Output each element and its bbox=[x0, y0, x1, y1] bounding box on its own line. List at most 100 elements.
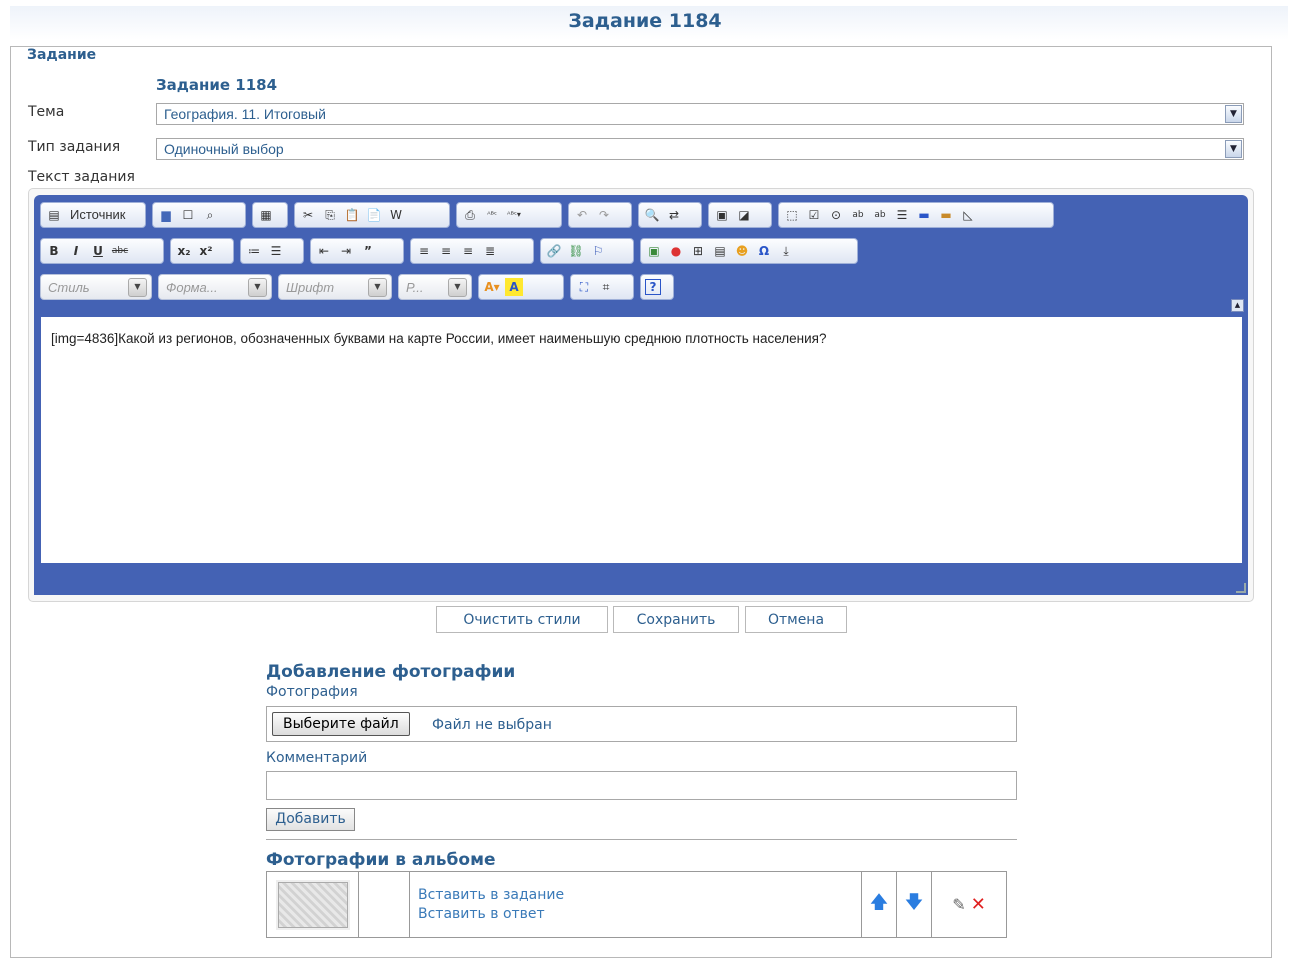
clear-styles-button[interactable]: Очистить стили bbox=[436, 606, 608, 633]
blockquote-icon[interactable]: ” bbox=[359, 242, 377, 260]
paste-text-icon[interactable]: 📄 bbox=[365, 206, 383, 224]
background-color-icon[interactable]: A bbox=[505, 278, 523, 296]
task-subtitle: Задание 1184 bbox=[156, 76, 278, 94]
bulleted-list-icon[interactable]: ☰ bbox=[267, 242, 285, 260]
move-down-icon[interactable]: 🡇 bbox=[896, 871, 932, 938]
outdent-icon[interactable]: ⇤ bbox=[315, 242, 333, 260]
chevron-down-icon[interactable]: ▼ bbox=[1225, 105, 1242, 123]
format-combo[interactable]: Форма... ▼ bbox=[158, 274, 272, 300]
source-icon[interactable]: ▤ bbox=[45, 206, 63, 224]
add-photo-button[interactable]: Добавить bbox=[266, 808, 355, 831]
redo-icon[interactable]: ↷ bbox=[595, 206, 613, 224]
templates-icon[interactable]: ▦ bbox=[257, 206, 275, 224]
form-icon[interactable]: ⬚ bbox=[783, 206, 801, 224]
superscript-icon[interactable]: x² bbox=[197, 242, 215, 260]
unlink-icon[interactable]: ⛓ bbox=[567, 242, 585, 260]
page-title: Задание 1184 bbox=[568, 10, 722, 32]
align-right-icon[interactable]: ≡ bbox=[459, 242, 477, 260]
radio-icon[interactable]: ⊙ bbox=[827, 206, 845, 224]
preview-icon[interactable]: ⌕ bbox=[201, 206, 219, 224]
underline-icon[interactable]: U bbox=[89, 242, 107, 260]
task-type-value: Одиночный выбор bbox=[164, 141, 284, 157]
align-center-icon[interactable]: ≡ bbox=[437, 242, 455, 260]
select-all-icon[interactable]: ▣ bbox=[713, 206, 731, 224]
chevron-down-icon[interactable]: ▼ bbox=[128, 278, 147, 297]
photo-thumbnail[interactable] bbox=[277, 881, 348, 928]
font-combo[interactable]: Шрифт ▼ bbox=[278, 274, 392, 300]
link-icon[interactable]: 🔗 bbox=[545, 242, 563, 260]
special-char-icon[interactable]: Ω bbox=[755, 242, 773, 260]
chevron-down-icon[interactable]: ▼ bbox=[368, 278, 387, 297]
page-break-icon[interactable]: ⤓ bbox=[777, 242, 795, 260]
cancel-button[interactable]: Отмена bbox=[745, 606, 847, 633]
topic-select[interactable]: География. 11. Итоговый ▼ bbox=[156, 103, 1244, 125]
spellcheck-as-you-type-icon[interactable]: ᴬᴮᶜ▾ bbox=[505, 206, 523, 224]
insert-into-answer-link[interactable]: Вставить в ответ bbox=[418, 905, 861, 924]
editor-text[interactable]: [img=4836]Какой из регионов, обозначенны… bbox=[51, 331, 1242, 346]
comment-input[interactable] bbox=[266, 771, 1017, 800]
smiley-icon[interactable]: ☻ bbox=[733, 242, 751, 260]
replace-icon[interactable]: ⇄ bbox=[665, 206, 683, 224]
align-justify-icon[interactable]: ≣ bbox=[481, 242, 499, 260]
text-color-icon[interactable]: A▾ bbox=[483, 278, 501, 296]
select-field-icon[interactable]: ☰ bbox=[893, 206, 911, 224]
paste-word-icon[interactable]: W bbox=[387, 206, 405, 224]
source-button[interactable]: Источник bbox=[67, 206, 129, 224]
chevron-down-icon[interactable]: ▼ bbox=[1225, 140, 1242, 158]
indent-icon[interactable]: ⇥ bbox=[337, 242, 355, 260]
move-up-icon[interactable]: 🡅 bbox=[861, 871, 897, 938]
toolbar-group-forms: ⬚ ☑ ⊙ ab ab ☰ ▬ ▬ ◺ bbox=[778, 202, 1054, 228]
rich-text-editor: ▤ Источник ▆ ☐ ⌕ ▦ ✂ ⎘ 📋 📄 W ⎙ ᴬᴮᶜ ᴬᴮᶜ▾ … bbox=[34, 195, 1248, 595]
chevron-down-icon[interactable]: ▼ bbox=[248, 278, 267, 297]
resize-handle-icon[interactable] bbox=[1236, 583, 1246, 593]
paste-icon[interactable]: 📋 bbox=[343, 206, 361, 224]
style-placeholder: Стиль bbox=[48, 280, 90, 295]
hidden-field-icon[interactable]: ◺ bbox=[959, 206, 977, 224]
checkbox-icon[interactable]: ☑ bbox=[805, 206, 823, 224]
subscript-icon[interactable]: x₂ bbox=[175, 242, 193, 260]
maximize-icon[interactable]: ⛶ bbox=[575, 278, 593, 296]
horizontal-rule-icon[interactable]: ▤ bbox=[711, 242, 729, 260]
bold-icon[interactable]: B bbox=[45, 242, 63, 260]
save-button[interactable]: Сохранить bbox=[613, 606, 739, 633]
choose-file-button[interactable]: Выберите файл bbox=[272, 712, 410, 736]
strikethrough-icon[interactable]: abc bbox=[111, 242, 129, 260]
comment-label: Комментарий bbox=[266, 750, 368, 766]
editor-content-area[interactable]: [img=4836]Какой из регионов, обозначенны… bbox=[41, 317, 1242, 563]
copy-icon[interactable]: ⎘ bbox=[321, 206, 339, 224]
table-icon[interactable]: ⊞ bbox=[689, 242, 707, 260]
print-icon[interactable]: ⎙ bbox=[461, 206, 479, 224]
text-field-icon[interactable]: ab bbox=[849, 206, 867, 224]
anchor-flag-icon[interactable]: ⚐ bbox=[589, 242, 607, 260]
flash-icon[interactable]: ● bbox=[667, 242, 685, 260]
pencil-icon[interactable]: ✎ bbox=[952, 895, 965, 914]
insert-into-task-link[interactable]: Вставить в задание bbox=[418, 886, 861, 905]
toolbar-group-select: ▣ ◪ bbox=[708, 202, 772, 228]
italic-icon[interactable]: I bbox=[67, 242, 85, 260]
task-type-select[interactable]: Одиночный выбор ▼ bbox=[156, 138, 1244, 160]
cut-icon[interactable]: ✂ bbox=[299, 206, 317, 224]
image-button-icon[interactable]: ▬ bbox=[937, 206, 955, 224]
align-left-icon[interactable]: ≡ bbox=[415, 242, 433, 260]
toolbar-group-colors: A▾ A bbox=[478, 274, 564, 300]
help-icon[interactable]: ? bbox=[645, 279, 661, 295]
toolbar-group-align: ≡ ≡ ≡ ≣ bbox=[410, 238, 534, 264]
chevron-down-icon[interactable]: ▼ bbox=[448, 278, 467, 297]
size-combo[interactable]: Р... ▼ bbox=[398, 274, 472, 300]
new-page-icon[interactable]: ☐ bbox=[179, 206, 197, 224]
toolbar-group-spell: ⎙ ᴬᴮᶜ ᴬᴮᶜ▾ bbox=[456, 202, 562, 228]
numbered-list-icon[interactable]: ≔ bbox=[245, 242, 263, 260]
undo-icon[interactable]: ↶ bbox=[573, 206, 591, 224]
find-icon[interactable]: 🔍 bbox=[643, 206, 661, 224]
button-field-icon[interactable]: ▬ bbox=[915, 206, 933, 224]
spellcheck-icon[interactable]: ᴬᴮᶜ bbox=[483, 206, 501, 224]
delete-icon[interactable]: ✕ bbox=[971, 894, 986, 915]
show-blocks-icon[interactable]: ⌗ bbox=[597, 278, 615, 296]
image-icon[interactable]: ▣ bbox=[645, 242, 663, 260]
textarea-icon[interactable]: ab bbox=[871, 206, 889, 224]
save-icon[interactable]: ▆ bbox=[157, 206, 175, 224]
collapse-toolbar-icon[interactable]: ▲ bbox=[1231, 299, 1244, 312]
style-combo[interactable]: Стиль ▼ bbox=[40, 274, 152, 300]
toolbar-group-clipboard: ✂ ⎘ 📋 📄 W bbox=[294, 202, 450, 228]
remove-format-icon[interactable]: ◪ bbox=[735, 206, 753, 224]
